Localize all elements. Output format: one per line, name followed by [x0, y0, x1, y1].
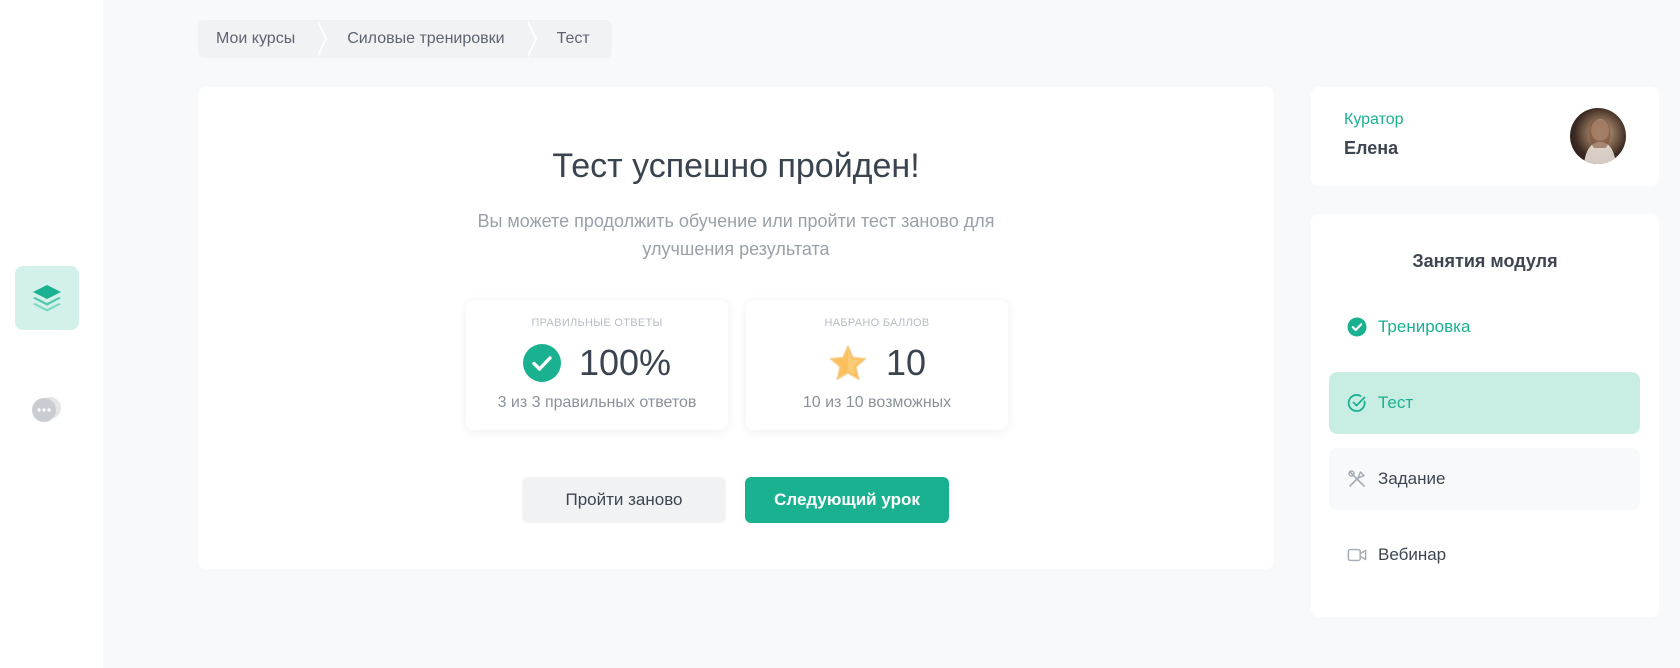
- breadcrumb: Мои курсы Силовые тренировки Тест: [198, 20, 612, 58]
- curator-label: Куратор: [1344, 111, 1404, 128]
- courses-nav-button[interactable]: [15, 266, 79, 330]
- tools-icon: [1347, 469, 1367, 489]
- module-item-assignment[interactable]: Задание: [1329, 448, 1640, 510]
- module-item-training[interactable]: Тренировка: [1329, 296, 1640, 358]
- correct-answers-label: ПРАВИЛЬНЫЕ ОТВЕТЫ: [531, 317, 663, 329]
- retry-button[interactable]: Пройти заново: [522, 477, 726, 523]
- chat-nav-button[interactable]: [15, 378, 79, 442]
- next-lesson-button[interactable]: Следующий урок: [745, 477, 949, 523]
- layers-icon: [33, 285, 61, 312]
- check-circle-icon: [522, 344, 561, 382]
- left-rail: [0, 0, 103, 668]
- module-lessons-panel: Занятия модуля Тренировка Тест Задание В…: [1311, 214, 1659, 617]
- result-subtitle: Вы можете продолжить обучение или пройти…: [477, 211, 995, 259]
- avatar[interactable]: [1570, 108, 1626, 164]
- module-item-label: Задание: [1378, 469, 1446, 488]
- score-foot: 10 из 10 возможных: [802, 394, 952, 411]
- module-item-label: Вебинар: [1378, 545, 1447, 564]
- result-title: Тест успешно пройден!: [552, 147, 920, 185]
- score-label: НАБРАНО БАЛЛОВ: [824, 317, 930, 329]
- correct-answers-card: ПРАВИЛЬНЫЕ ОТВЕТЫ 100% 3 из 3 правильных…: [466, 300, 728, 430]
- test-result-card: Тест успешно пройден! Вы можете продолжи…: [198, 87, 1274, 569]
- curator-card: Куратор Елена: [1311, 87, 1659, 186]
- breadcrumb-my-courses[interactable]: Мои курсы: [198, 20, 328, 58]
- check-outline-icon: [1347, 393, 1367, 413]
- module-item-test[interactable]: Тест: [1329, 372, 1640, 434]
- check-filled-icon: [1347, 317, 1367, 337]
- curator-name: Елена: [1344, 138, 1399, 158]
- module-item-webinar[interactable]: Вебинар: [1329, 524, 1640, 586]
- breadcrumb-strength-training[interactable]: Силовые тренировки: [317, 20, 537, 58]
- module-title: Занятия модуля: [1412, 251, 1558, 271]
- module-item-label: Тренировка: [1378, 317, 1471, 336]
- breadcrumb-test: Тест: [556, 30, 590, 47]
- avatar-photo: [1584, 119, 1616, 164]
- module-item-label: Тест: [1378, 393, 1414, 412]
- score-value: 10: [885, 342, 927, 383]
- score-card: НАБРАНО БАЛЛОВ 10 10 из 10 возможных: [746, 300, 1008, 430]
- correct-answers-foot: 3 из 3 правильных ответов: [497, 394, 697, 411]
- correct-answers-value: 100%: [578, 342, 672, 383]
- chat-icon: [32, 397, 61, 422]
- star-icon: [829, 345, 867, 381]
- video-icon: [1347, 545, 1367, 565]
